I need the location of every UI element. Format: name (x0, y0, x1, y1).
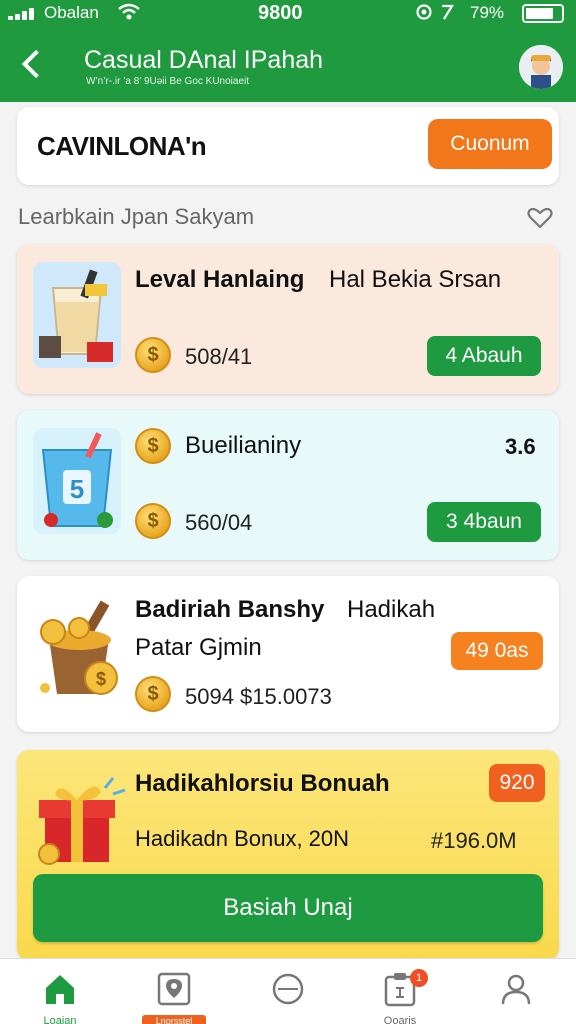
battery-percent: 79% (470, 3, 505, 22)
account-card: CAVINLONA'n Cuonum (17, 107, 559, 185)
page-subtitle: W’n’r-.ir ’a 8’ 9Uəii Be Goc KUnoiaeit (86, 76, 250, 87)
offer-title: Badiriah Banshy (135, 596, 325, 623)
avatar[interactable] (519, 45, 563, 89)
bottom-nav: Loaian Lnorsstel 1 Qoaris (0, 958, 576, 1024)
offer-title: Leval Hanlaing (135, 266, 305, 293)
coin-icon: $ (135, 503, 171, 539)
location-card-icon (157, 972, 191, 1006)
drink-thumbnail: 5 (33, 428, 121, 534)
status-time: 9800 (258, 2, 303, 24)
bonus-badge: 920 (489, 764, 545, 802)
nav-item-profile[interactable] (476, 959, 556, 1024)
offer-title-rest: Hal Bekia Srsan (329, 266, 502, 293)
wifi-icon (118, 3, 140, 26)
section-title: Learbkain Jpan Sakyam (18, 204, 255, 229)
drink-thumbnail (33, 262, 121, 368)
status-bar: Obalan 9800 79% (0, 0, 576, 28)
offer-button[interactable]: 3 4baun (427, 502, 541, 542)
offer-card[interactable]: Leval Hanlaing Hal Bekia Srsan $ 508/41 … (17, 244, 559, 394)
notification-badge: 1 (410, 969, 428, 987)
offer-value: 5094 $15.0073 (185, 684, 332, 709)
bonus-value: #196.0M (431, 828, 517, 853)
offer-rating: 3.6 (505, 434, 536, 459)
claim-bonus-button[interactable]: Basiah Unaj (33, 874, 543, 942)
offer-card[interactable]: 5 $ Bueilianiny 3.6 $ 560/04 3 4baun (17, 410, 559, 560)
offer-title-rest: Hadikah (347, 596, 436, 623)
back-button[interactable] (18, 46, 48, 86)
battery-icon (522, 4, 564, 23)
nav-item-circle[interactable] (248, 959, 328, 1024)
coin-jar-thumbnail: $ (31, 598, 135, 702)
signal-icon (8, 8, 38, 20)
account-name: CAVINLONA'n (37, 131, 207, 161)
svg-text:5: 5 (70, 474, 84, 504)
gift-icon (35, 768, 139, 872)
coin-icon: $ (135, 428, 171, 464)
nav-item-tasks[interactable]: 1 Qoaris (360, 959, 440, 1024)
bonus-card[interactable]: Hadikahlorsiu Bonuah 920 Hadikadn Bonux,… (17, 750, 559, 960)
nav-label-location: Lnorsstel (142, 1015, 206, 1024)
svg-text:$: $ (96, 669, 106, 689)
circle-icon (272, 973, 304, 1005)
coin-icon: $ (135, 676, 171, 712)
account-action-button[interactable]: Cuonum (428, 119, 552, 169)
offer-subtitle: Patar Gjmin (135, 634, 262, 661)
offer-value: 560/04 (185, 510, 253, 535)
nav-item-location[interactable]: Lnorsstel (134, 959, 214, 1024)
coin-icon: $ (135, 337, 171, 373)
bonus-title: Hadikahlorsiu Bonuah (135, 770, 390, 797)
nav-item-home[interactable]: Loaian (20, 959, 100, 1024)
carrier-name: Obalan (44, 3, 99, 22)
nav-label-tasks: Qoaris (383, 1015, 417, 1024)
app-header: Obalan 9800 79% Casual DAnal IPahah W’n’… (0, 0, 576, 102)
offer-card[interactable]: $ Badiriah Banshy Hadikah Patar Gjmin 49… (17, 576, 559, 732)
offer-button[interactable]: 4 Abauh (427, 336, 541, 376)
profile-icon (501, 974, 531, 1005)
bonus-subtitle: Hadikadn Bonux, 20N (135, 826, 350, 851)
nav-label-home: Loaian (43, 1015, 77, 1024)
offer-title: Bueilianiny (185, 432, 302, 459)
offer-value: 508/41 (185, 344, 253, 369)
offer-badge: 49 0as (451, 632, 543, 670)
heart-icon[interactable] (526, 204, 554, 232)
home-icon (46, 975, 74, 1004)
page-title: Casual DAnal IPahah (84, 46, 324, 74)
status-icons (416, 3, 460, 26)
